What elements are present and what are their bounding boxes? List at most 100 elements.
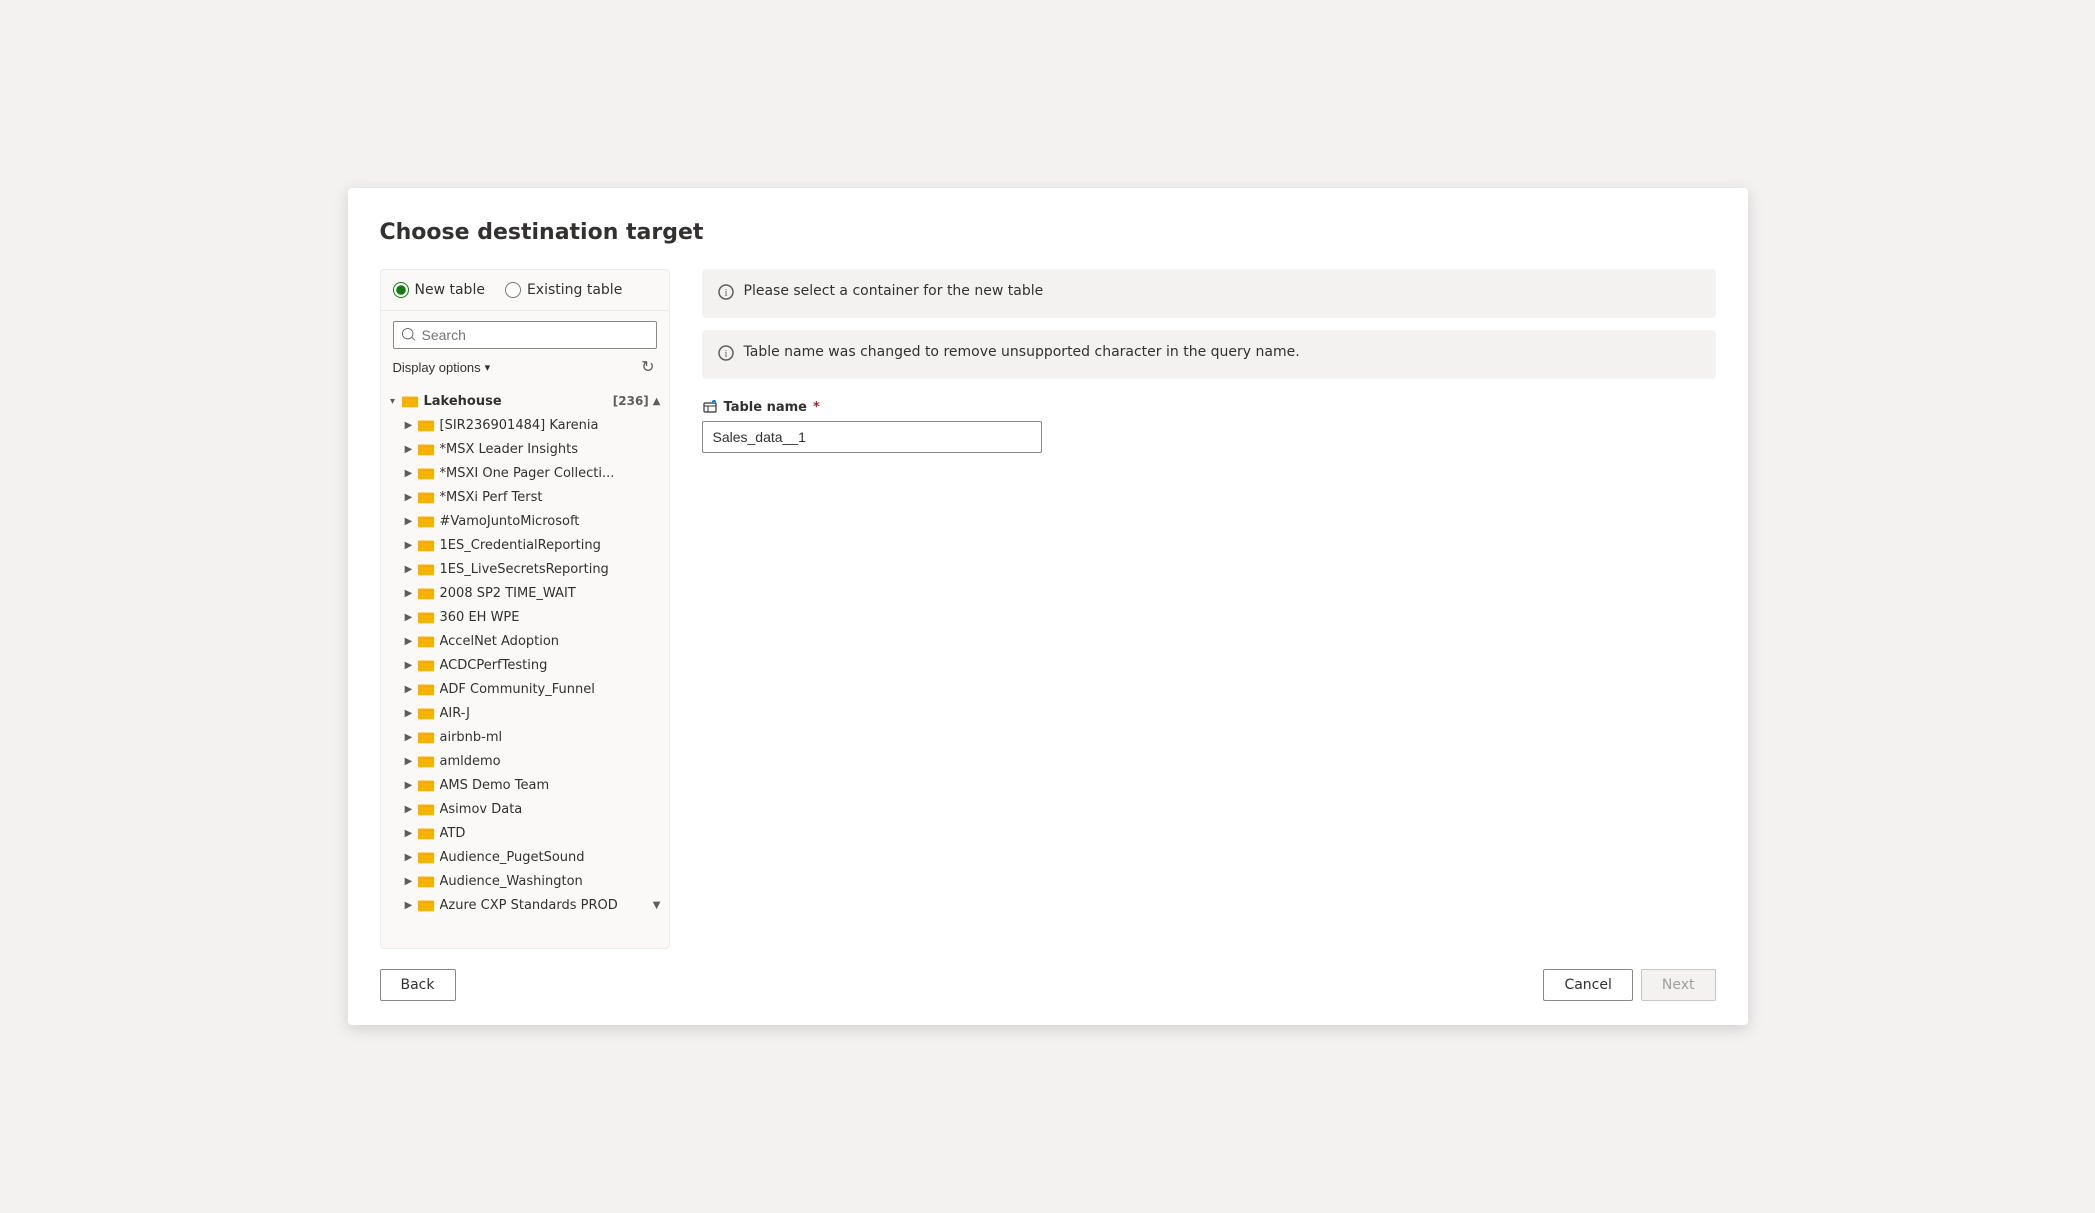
chevron-icon: ▶ <box>401 537 417 553</box>
next-button: Next <box>1641 969 1716 1001</box>
list-item[interactable]: ▶ Audience_Washington <box>381 869 669 893</box>
list-item[interactable]: ▶ *MSXi Perf Terst <box>381 485 669 509</box>
table-type-radio-group: New table Existing table <box>381 282 669 311</box>
left-panel: New table Existing table <box>380 269 670 949</box>
list-item[interactable]: ▶ Asimov Data <box>381 797 669 821</box>
tree-root-badge: [236] <box>613 394 649 408</box>
list-item[interactable]: ▶ Azure CXP Standards PROD ▼ <box>381 893 669 917</box>
folder-icon <box>417 824 435 842</box>
folder-icon <box>417 560 435 578</box>
tree-item-label: Asimov Data <box>440 802 661 817</box>
list-item[interactable]: ▶ [SIR236901484] Karenia <box>381 413 669 437</box>
chevron-icon: ▶ <box>401 489 417 505</box>
chevron-icon: ▶ <box>401 585 417 601</box>
table-name-label-text: Table name <box>724 400 807 415</box>
table-name-field-label: * Table name * <box>702 399 1716 415</box>
existing-table-option[interactable]: Existing table <box>505 282 622 298</box>
chevron-icon: ▶ <box>401 633 417 649</box>
scroll-down-indicator: ▼ <box>653 900 661 911</box>
list-item[interactable]: ▶ AIR-J <box>381 701 669 725</box>
tree-root-label: Lakehouse <box>424 394 607 409</box>
chevron-icon: ▶ <box>401 777 417 793</box>
list-item[interactable]: ▶ ATD <box>381 821 669 845</box>
folder-icon <box>417 656 435 674</box>
info-icon: i <box>718 284 734 304</box>
footer-left: Back <box>380 969 456 1001</box>
scroll-up-indicator: ▲ <box>653 396 661 407</box>
folder-icon <box>417 680 435 698</box>
tree-item-label: ADF Community_Funnel <box>440 682 661 697</box>
refresh-button[interactable]: ↻ <box>639 355 656 379</box>
display-options-button[interactable]: Display options ▾ <box>393 360 491 375</box>
table-name-svg-icon: * <box>702 399 718 415</box>
tree-item-label: AccelNet Adoption <box>440 634 661 649</box>
chevron-icon: ▶ <box>401 873 417 889</box>
dialog-title: Choose destination target <box>380 220 1716 245</box>
chevron-icon: ▶ <box>401 825 417 841</box>
list-item[interactable]: ▶ 1ES_LiveSecretsReporting <box>381 557 669 581</box>
list-item[interactable]: ▶ *MSXI One Pager Collecti... <box>381 461 669 485</box>
tree-container[interactable]: ▾ Lakehouse [236] ▲ ▶ [SIR236901484] Kar… <box>381 385 669 948</box>
choose-destination-dialog: Choose destination target New table Exis… <box>348 188 1748 1025</box>
list-item[interactable]: ▶ #VamoJuntoMicrosoft <box>381 509 669 533</box>
tree-item-label: Azure CXP Standards PROD <box>440 898 649 913</box>
tree-item-label: 1ES_CredentialReporting <box>440 538 661 553</box>
table-name-icon: * <box>702 399 718 415</box>
list-item[interactable]: ▶ AMS Demo Team <box>381 773 669 797</box>
list-item[interactable]: ▶ 360 EH WPE <box>381 605 669 629</box>
list-item[interactable]: ▶ ACDCPerfTesting <box>381 653 669 677</box>
chevron-icon: ▶ <box>401 681 417 697</box>
tree-item-label: *MSX Leader Insights <box>440 442 661 457</box>
info-text: Please select a container for the new ta… <box>744 283 1044 299</box>
folder-icon <box>417 752 435 770</box>
tree-item-label: Audience_PugetSound <box>440 850 661 865</box>
list-item[interactable]: ▶ *MSX Leader Insights <box>381 437 669 461</box>
existing-table-radio[interactable] <box>505 282 521 298</box>
folder-icon <box>417 800 435 818</box>
chevron-icon: ▶ <box>401 849 417 865</box>
chevron-icon: ▶ <box>401 465 417 481</box>
tree-item-label: amldemo <box>440 754 661 769</box>
warning-text: Table name was changed to remove unsuppo… <box>744 344 1300 360</box>
chevron-icon: ▶ <box>401 561 417 577</box>
chevron-icon: ▶ <box>401 753 417 769</box>
warning-icon: i <box>718 345 734 365</box>
list-item[interactable]: ▶ airbnb-ml <box>381 725 669 749</box>
folder-icon <box>417 416 435 434</box>
list-item[interactable]: ▶ amldemo <box>381 749 669 773</box>
list-item[interactable]: ▶ 1ES_CredentialReporting <box>381 533 669 557</box>
dialog-body: New table Existing table <box>380 269 1716 949</box>
list-item[interactable]: ▶ Audience_PugetSound <box>381 845 669 869</box>
folder-icon <box>417 608 435 626</box>
new-table-radio[interactable] <box>393 282 409 298</box>
search-box <box>393 321 657 349</box>
folder-icon <box>417 464 435 482</box>
folder-icon <box>417 584 435 602</box>
existing-table-label: Existing table <box>527 282 622 298</box>
folder-icon <box>417 896 435 914</box>
table-name-input[interactable] <box>702 421 1042 453</box>
tree-item-label: ATD <box>440 826 661 841</box>
list-item[interactable]: ▶ 2008 SP2 TIME_WAIT <box>381 581 669 605</box>
cancel-button[interactable]: Cancel <box>1543 969 1632 1001</box>
folder-icon <box>417 440 435 458</box>
tree-root-item[interactable]: ▾ Lakehouse [236] ▲ <box>381 389 669 413</box>
back-button[interactable]: Back <box>380 969 456 1001</box>
search-area <box>381 311 669 349</box>
list-item[interactable]: ▶ ADF Community_Funnel <box>381 677 669 701</box>
display-options-label: Display options <box>393 360 481 375</box>
dialog-footer: Back Cancel Next <box>380 949 1716 1025</box>
search-icon <box>402 328 416 342</box>
folder-icon <box>417 488 435 506</box>
chevron-icon: ▶ <box>401 705 417 721</box>
folder-icon <box>417 704 435 722</box>
chevron-down-icon: ▾ <box>485 361 491 374</box>
list-item[interactable]: ▶ AccelNet Adoption <box>381 629 669 653</box>
search-input[interactable] <box>422 327 648 343</box>
chevron-icon: ▶ <box>401 513 417 529</box>
chevron-icon: ▶ <box>401 657 417 673</box>
svg-text:i: i <box>724 288 727 299</box>
folder-icon <box>417 728 435 746</box>
new-table-option[interactable]: New table <box>393 282 485 298</box>
folder-icon <box>417 632 435 650</box>
